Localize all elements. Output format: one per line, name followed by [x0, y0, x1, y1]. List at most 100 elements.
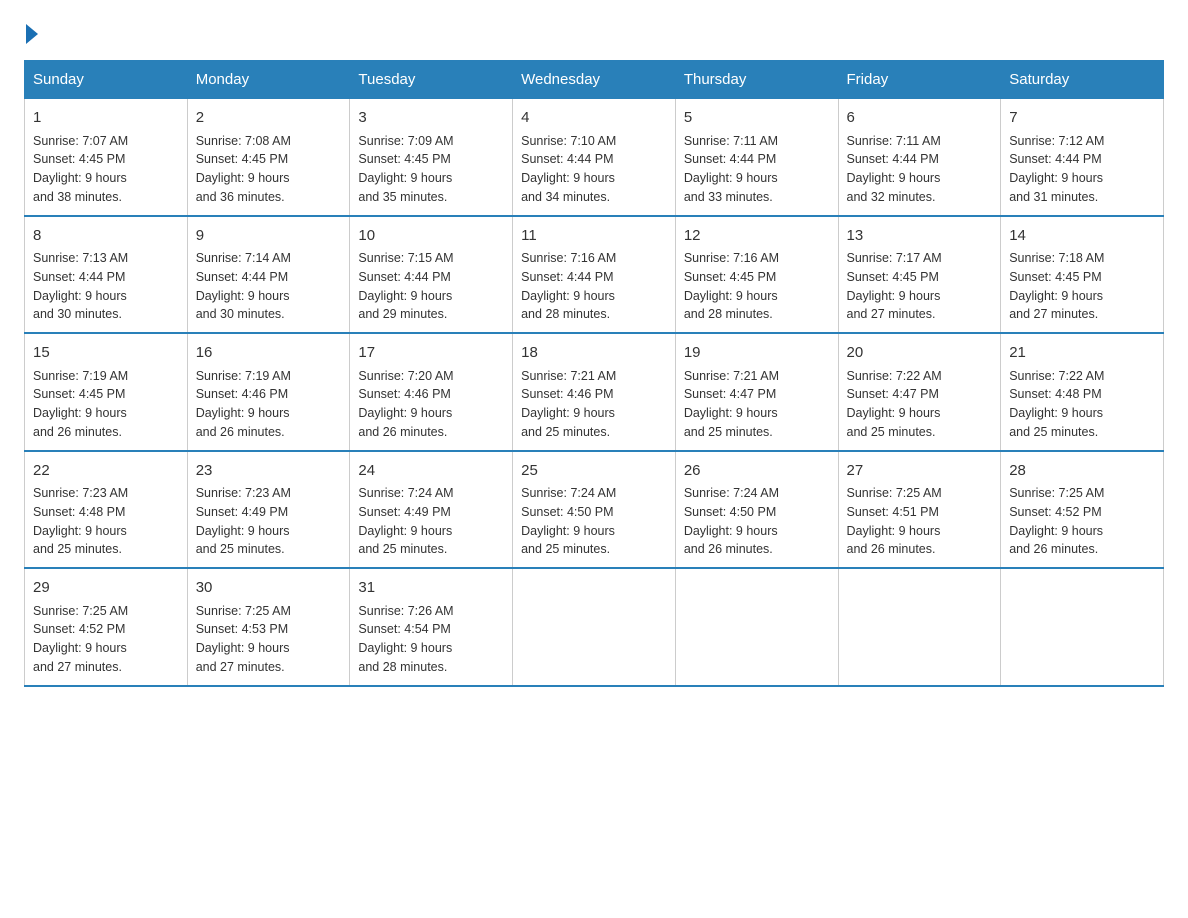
day-cell-4: 4 Sunrise: 7:10 AMSunset: 4:44 PMDayligh…: [513, 99, 676, 216]
day-cell-5: 5 Sunrise: 7:11 AMSunset: 4:44 PMDayligh…: [675, 99, 838, 216]
day-info: Sunrise: 7:16 AMSunset: 4:45 PMDaylight:…: [684, 249, 830, 324]
header-tuesday: Tuesday: [350, 61, 513, 99]
week-row-1: 1 Sunrise: 7:07 AMSunset: 4:45 PMDayligh…: [25, 99, 1164, 216]
day-info: Sunrise: 7:20 AMSunset: 4:46 PMDaylight:…: [358, 367, 504, 442]
day-cell-9: 9 Sunrise: 7:14 AMSunset: 4:44 PMDayligh…: [187, 216, 350, 334]
day-info: Sunrise: 7:21 AMSunset: 4:46 PMDaylight:…: [521, 367, 667, 442]
day-number: 6: [847, 107, 993, 130]
day-cell-11: 11 Sunrise: 7:16 AMSunset: 4:44 PMDaylig…: [513, 216, 676, 334]
day-cell-19: 19 Sunrise: 7:21 AMSunset: 4:47 PMDaylig…: [675, 333, 838, 451]
day-number: 22: [33, 460, 179, 483]
day-number: 12: [684, 225, 830, 248]
empty-cell: [675, 568, 838, 686]
day-number: 17: [358, 342, 504, 365]
day-cell-30: 30 Sunrise: 7:25 AMSunset: 4:53 PMDaylig…: [187, 568, 350, 686]
day-info: Sunrise: 7:17 AMSunset: 4:45 PMDaylight:…: [847, 249, 993, 324]
header-friday: Friday: [838, 61, 1001, 99]
day-number: 4: [521, 107, 667, 130]
day-info: Sunrise: 7:18 AMSunset: 4:45 PMDaylight:…: [1009, 249, 1155, 324]
day-number: 20: [847, 342, 993, 365]
page-header: [24, 24, 1164, 40]
week-row-2: 8 Sunrise: 7:13 AMSunset: 4:44 PMDayligh…: [25, 216, 1164, 334]
day-number: 2: [196, 107, 342, 130]
day-cell-23: 23 Sunrise: 7:23 AMSunset: 4:49 PMDaylig…: [187, 451, 350, 569]
header-row: SundayMondayTuesdayWednesdayThursdayFrid…: [25, 61, 1164, 99]
day-info: Sunrise: 7:23 AMSunset: 4:49 PMDaylight:…: [196, 484, 342, 559]
day-number: 30: [196, 577, 342, 600]
day-cell-27: 27 Sunrise: 7:25 AMSunset: 4:51 PMDaylig…: [838, 451, 1001, 569]
day-number: 25: [521, 460, 667, 483]
day-info: Sunrise: 7:24 AMSunset: 4:50 PMDaylight:…: [684, 484, 830, 559]
day-cell-15: 15 Sunrise: 7:19 AMSunset: 4:45 PMDaylig…: [25, 333, 188, 451]
day-cell-18: 18 Sunrise: 7:21 AMSunset: 4:46 PMDaylig…: [513, 333, 676, 451]
day-info: Sunrise: 7:14 AMSunset: 4:44 PMDaylight:…: [196, 249, 342, 324]
day-info: Sunrise: 7:10 AMSunset: 4:44 PMDaylight:…: [521, 132, 667, 207]
day-number: 11: [521, 225, 667, 248]
day-info: Sunrise: 7:19 AMSunset: 4:46 PMDaylight:…: [196, 367, 342, 442]
day-info: Sunrise: 7:24 AMSunset: 4:49 PMDaylight:…: [358, 484, 504, 559]
day-cell-29: 29 Sunrise: 7:25 AMSunset: 4:52 PMDaylig…: [25, 568, 188, 686]
logo: [24, 24, 40, 40]
day-cell-14: 14 Sunrise: 7:18 AMSunset: 4:45 PMDaylig…: [1001, 216, 1164, 334]
day-number: 3: [358, 107, 504, 130]
day-info: Sunrise: 7:22 AMSunset: 4:47 PMDaylight:…: [847, 367, 993, 442]
day-number: 29: [33, 577, 179, 600]
day-cell-28: 28 Sunrise: 7:25 AMSunset: 4:52 PMDaylig…: [1001, 451, 1164, 569]
day-number: 28: [1009, 460, 1155, 483]
day-cell-13: 13 Sunrise: 7:17 AMSunset: 4:45 PMDaylig…: [838, 216, 1001, 334]
logo-arrow-icon: [26, 24, 38, 44]
day-cell-25: 25 Sunrise: 7:24 AMSunset: 4:50 PMDaylig…: [513, 451, 676, 569]
empty-cell: [838, 568, 1001, 686]
day-cell-24: 24 Sunrise: 7:24 AMSunset: 4:49 PMDaylig…: [350, 451, 513, 569]
day-info: Sunrise: 7:07 AMSunset: 4:45 PMDaylight:…: [33, 132, 179, 207]
day-number: 15: [33, 342, 179, 365]
day-cell-21: 21 Sunrise: 7:22 AMSunset: 4:48 PMDaylig…: [1001, 333, 1164, 451]
day-cell-7: 7 Sunrise: 7:12 AMSunset: 4:44 PMDayligh…: [1001, 99, 1164, 216]
day-info: Sunrise: 7:11 AMSunset: 4:44 PMDaylight:…: [847, 132, 993, 207]
header-saturday: Saturday: [1001, 61, 1164, 99]
day-info: Sunrise: 7:11 AMSunset: 4:44 PMDaylight:…: [684, 132, 830, 207]
day-info: Sunrise: 7:25 AMSunset: 4:52 PMDaylight:…: [33, 602, 179, 677]
day-number: 8: [33, 225, 179, 248]
day-cell-3: 3 Sunrise: 7:09 AMSunset: 4:45 PMDayligh…: [350, 99, 513, 216]
day-info: Sunrise: 7:12 AMSunset: 4:44 PMDaylight:…: [1009, 132, 1155, 207]
empty-cell: [1001, 568, 1164, 686]
day-number: 5: [684, 107, 830, 130]
day-number: 27: [847, 460, 993, 483]
week-row-4: 22 Sunrise: 7:23 AMSunset: 4:48 PMDaylig…: [25, 451, 1164, 569]
day-info: Sunrise: 7:25 AMSunset: 4:52 PMDaylight:…: [1009, 484, 1155, 559]
day-number: 31: [358, 577, 504, 600]
day-cell-12: 12 Sunrise: 7:16 AMSunset: 4:45 PMDaylig…: [675, 216, 838, 334]
day-number: 16: [196, 342, 342, 365]
day-info: Sunrise: 7:13 AMSunset: 4:44 PMDaylight:…: [33, 249, 179, 324]
day-number: 1: [33, 107, 179, 130]
day-info: Sunrise: 7:22 AMSunset: 4:48 PMDaylight:…: [1009, 367, 1155, 442]
day-info: Sunrise: 7:19 AMSunset: 4:45 PMDaylight:…: [33, 367, 179, 442]
day-number: 14: [1009, 225, 1155, 248]
day-cell-20: 20 Sunrise: 7:22 AMSunset: 4:47 PMDaylig…: [838, 333, 1001, 451]
day-info: Sunrise: 7:16 AMSunset: 4:44 PMDaylight:…: [521, 249, 667, 324]
day-number: 19: [684, 342, 830, 365]
day-number: 23: [196, 460, 342, 483]
day-number: 13: [847, 225, 993, 248]
header-sunday: Sunday: [25, 61, 188, 99]
day-number: 26: [684, 460, 830, 483]
day-info: Sunrise: 7:08 AMSunset: 4:45 PMDaylight:…: [196, 132, 342, 207]
day-info: Sunrise: 7:15 AMSunset: 4:44 PMDaylight:…: [358, 249, 504, 324]
day-info: Sunrise: 7:23 AMSunset: 4:48 PMDaylight:…: [33, 484, 179, 559]
header-wednesday: Wednesday: [513, 61, 676, 99]
day-info: Sunrise: 7:09 AMSunset: 4:45 PMDaylight:…: [358, 132, 504, 207]
day-cell-1: 1 Sunrise: 7:07 AMSunset: 4:45 PMDayligh…: [25, 99, 188, 216]
header-monday: Monday: [187, 61, 350, 99]
day-info: Sunrise: 7:26 AMSunset: 4:54 PMDaylight:…: [358, 602, 504, 677]
day-number: 21: [1009, 342, 1155, 365]
day-info: Sunrise: 7:24 AMSunset: 4:50 PMDaylight:…: [521, 484, 667, 559]
day-number: 7: [1009, 107, 1155, 130]
day-cell-31: 31 Sunrise: 7:26 AMSunset: 4:54 PMDaylig…: [350, 568, 513, 686]
day-number: 18: [521, 342, 667, 365]
day-cell-26: 26 Sunrise: 7:24 AMSunset: 4:50 PMDaylig…: [675, 451, 838, 569]
day-cell-17: 17 Sunrise: 7:20 AMSunset: 4:46 PMDaylig…: [350, 333, 513, 451]
day-number: 9: [196, 225, 342, 248]
week-row-5: 29 Sunrise: 7:25 AMSunset: 4:52 PMDaylig…: [25, 568, 1164, 686]
calendar-table: SundayMondayTuesdayWednesdayThursdayFrid…: [24, 60, 1164, 687]
